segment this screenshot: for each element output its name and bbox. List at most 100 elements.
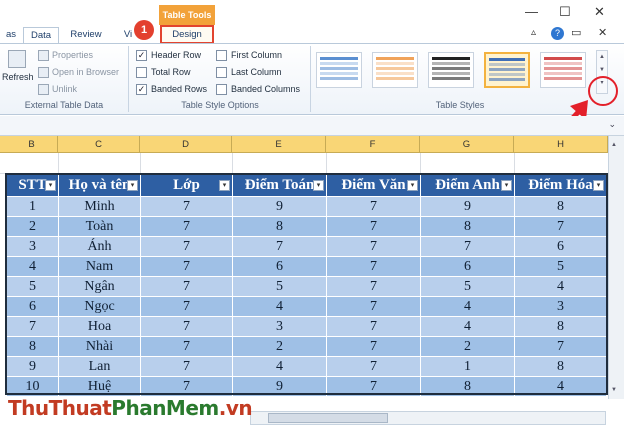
table-cell[interactable]: 9	[232, 376, 327, 397]
table-cell[interactable]: 7	[140, 276, 233, 297]
table-cell[interactable]: 9	[6, 356, 59, 377]
expand-formula-bar-icon[interactable]: ⌄	[608, 119, 616, 130]
column-header[interactable]: D	[140, 136, 232, 153]
table-cell[interactable]: 2	[232, 336, 327, 357]
table-cell[interactable]: 7	[232, 236, 327, 257]
vertical-scrollbar[interactable]: ▲ ▼	[608, 136, 624, 399]
last-column-checkbox[interactable]: Last Column	[216, 67, 282, 79]
table-header-cell[interactable]: Điểm Anh ▾	[420, 174, 515, 197]
table-cell[interactable]: 8	[232, 216, 327, 237]
table-cell[interactable]: 7	[326, 356, 421, 377]
table-cell[interactable]: 5	[6, 276, 59, 297]
minimize-icon[interactable]: —	[525, 4, 538, 19]
open-in-browser-button[interactable]: Open in Browser	[38, 67, 119, 79]
table-cell[interactable]: 7	[514, 336, 607, 357]
table-cell[interactable]: 3	[6, 236, 59, 257]
table-cell[interactable]: 6	[6, 296, 59, 317]
horizontal-scroll-thumb[interactable]	[268, 413, 388, 423]
table-style-medium-red[interactable]	[540, 52, 586, 88]
scroll-down-icon[interactable]: ▼	[611, 387, 617, 393]
table-cell[interactable]: Minh	[58, 196, 141, 217]
close-workbook-icon[interactable]: ✕	[598, 26, 607, 39]
table-cell[interactable]: 7	[326, 236, 421, 257]
table-cell[interactable]: 7	[140, 336, 233, 357]
table-cell[interactable]: 7	[140, 196, 233, 217]
table-cell[interactable]: 9	[232, 196, 327, 217]
filter-dropdown-icon[interactable]: ▾	[45, 180, 56, 191]
table-cell[interactable]: 7	[326, 336, 421, 357]
table-cell[interactable]: 4	[6, 256, 59, 277]
table-cell[interactable]: Ánh	[58, 236, 141, 257]
restore-window-icon[interactable]: ▭	[571, 26, 581, 39]
filter-dropdown-icon[interactable]: ▾	[593, 180, 604, 191]
table-cell[interactable]: 4	[232, 296, 327, 317]
table-cell[interactable]: 7	[140, 216, 233, 237]
table-header-cell[interactable]: Điểm Hóa ▾	[514, 174, 607, 197]
table-cell[interactable]: 6	[514, 236, 607, 257]
table-style-medium-blue[interactable]	[484, 52, 530, 88]
help-icon[interactable]: ?	[551, 27, 564, 40]
formula-bar[interactable]: ⌄	[0, 116, 624, 136]
table-cell[interactable]: 8	[6, 336, 59, 357]
filter-dropdown-icon[interactable]: ▾	[407, 180, 418, 191]
table-style-light-orange[interactable]	[372, 52, 418, 88]
tab-data[interactable]: Data	[23, 27, 59, 44]
total-row-checkbox[interactable]: Total Row	[136, 67, 191, 79]
table-cell[interactable]: 5	[514, 256, 607, 277]
table-cell[interactable]: 7	[140, 296, 233, 317]
table-cell[interactable]: 1	[420, 356, 515, 377]
table-header-cell[interactable]: Lớp ▾	[140, 174, 233, 197]
table-header-cell[interactable]: Họ và tên ▾	[58, 174, 141, 197]
table-cell[interactable]: 7	[140, 356, 233, 377]
table-cell[interactable]: 4	[232, 356, 327, 377]
table-cell[interactable]: Lan	[58, 356, 141, 377]
table-cell[interactable]: 7	[326, 376, 421, 397]
table-cell[interactable]: 10	[6, 376, 59, 397]
table-cell[interactable]: 8	[420, 216, 515, 237]
column-header[interactable]: H	[514, 136, 608, 153]
table-cell[interactable]: 7	[140, 316, 233, 337]
table-cell[interactable]: 3	[232, 316, 327, 337]
column-header[interactable]: F	[326, 136, 420, 153]
table-cell[interactable]: Nam	[58, 256, 141, 277]
table-cell[interactable]: 7	[326, 316, 421, 337]
banded-rows-checkbox[interactable]: ✓ Banded Rows	[136, 84, 207, 96]
table-cell[interactable]: 7	[326, 216, 421, 237]
filter-dropdown-icon[interactable]: ▾	[501, 180, 512, 191]
table-cell[interactable]: 7	[6, 316, 59, 337]
table-cell[interactable]: 2	[6, 216, 59, 237]
properties-button[interactable]: Properties	[38, 50, 93, 62]
table-cell[interactable]: 7	[514, 216, 607, 237]
first-column-checkbox[interactable]: First Column	[216, 50, 282, 62]
table-cell[interactable]: 8	[420, 376, 515, 397]
table-cell[interactable]: 7	[140, 376, 233, 397]
table-cell[interactable]: 8	[514, 316, 607, 337]
tab-review[interactable]: Review	[62, 27, 110, 43]
table-cell[interactable]: 6	[232, 256, 327, 277]
table-cell[interactable]: 4	[514, 276, 607, 297]
table-cell[interactable]: 7	[140, 256, 233, 277]
table-cell[interactable]: Toàn	[58, 216, 141, 237]
column-header[interactable]: E	[232, 136, 326, 153]
table-cell[interactable]: 2	[420, 336, 515, 357]
tab-formulas-partial[interactable]: as	[0, 27, 22, 43]
column-header[interactable]: G	[420, 136, 514, 153]
table-cell[interactable]: 7	[420, 236, 515, 257]
table-cell[interactable]: Ngân	[58, 276, 141, 297]
table-cell[interactable]: 7	[140, 236, 233, 257]
table-cell[interactable]: Huệ	[58, 376, 141, 397]
filter-dropdown-icon[interactable]: ▾	[219, 180, 230, 191]
unlink-button[interactable]: Unlink	[38, 84, 77, 96]
table-header-cell[interactable]: Điểm Toán ▾	[232, 174, 327, 197]
maximize-icon[interactable]: ☐	[559, 4, 571, 20]
table-cell[interactable]: 5	[420, 276, 515, 297]
table-cell[interactable]: 3	[514, 296, 607, 317]
banded-columns-checkbox[interactable]: Banded Columns	[216, 84, 300, 96]
scroll-up-icon[interactable]: ▲	[611, 142, 617, 148]
table-cell[interactable]: 4	[514, 376, 607, 397]
tab-design[interactable]: Design	[160, 25, 214, 44]
close-icon[interactable]: ✕	[594, 4, 605, 20]
table-header-cell[interactable]: Điểm Văn ▾	[326, 174, 421, 197]
header-row-checkbox[interactable]: ✓ Header Row	[136, 50, 201, 62]
table-cell[interactable]: 7	[326, 196, 421, 217]
